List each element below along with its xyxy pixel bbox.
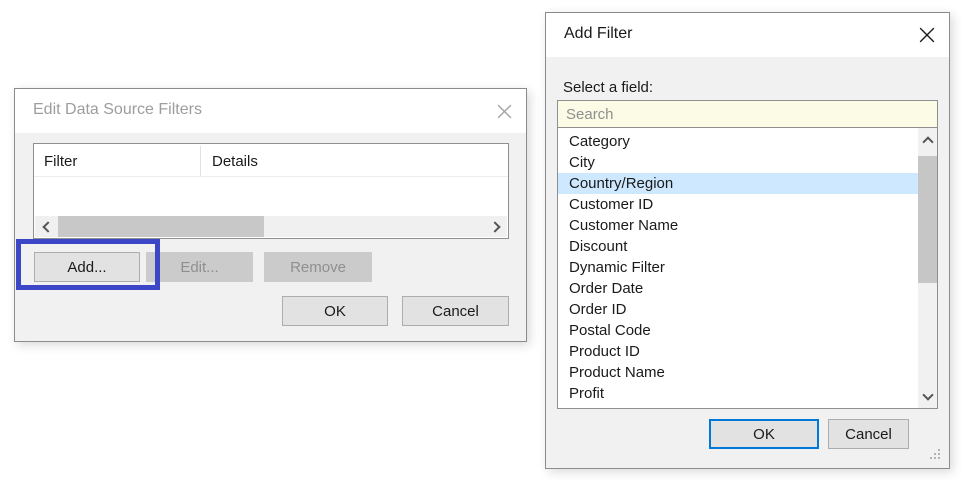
- field-option[interactable]: Product Name: [558, 362, 918, 383]
- scroll-down-icon[interactable]: [918, 386, 937, 406]
- column-header-details: Details: [212, 153, 258, 170]
- dialog-title: Add Filter: [564, 25, 633, 42]
- field-option[interactable]: Product ID: [558, 341, 918, 362]
- field-list-items: Category City Country/Region Customer ID…: [558, 131, 918, 404]
- field-option[interactable]: City: [558, 152, 918, 173]
- search-input[interactable]: [557, 100, 938, 128]
- titlebar: Add Filter: [546, 13, 949, 57]
- cancel-button[interactable]: Cancel: [828, 419, 909, 449]
- field-option[interactable]: Customer Name: [558, 215, 918, 236]
- scroll-up-icon[interactable]: [918, 130, 937, 150]
- close-icon[interactable]: [918, 26, 936, 44]
- ok-button[interactable]: OK: [282, 296, 388, 326]
- scroll-right-icon[interactable]: [485, 216, 507, 237]
- edit-button[interactable]: Edit...: [146, 252, 253, 282]
- field-list: Category City Country/Region Customer ID…: [557, 127, 938, 409]
- filters-table: Filter Details: [33, 143, 509, 239]
- remove-button[interactable]: Remove: [264, 252, 372, 282]
- dialog-title: Edit Data Source Filters: [33, 101, 202, 118]
- titlebar: Edit Data Source Filters: [15, 89, 526, 133]
- column-separator: [200, 146, 201, 176]
- field-option-selected[interactable]: Country/Region: [558, 173, 918, 194]
- vertical-scrollbar-thumb[interactable]: [918, 156, 937, 283]
- close-icon[interactable]: [495, 102, 513, 120]
- header-divider: [34, 176, 508, 177]
- field-option[interactable]: Discount: [558, 236, 918, 257]
- horizontal-scrollbar-thumb[interactable]: [58, 216, 264, 237]
- vertical-scrollbar[interactable]: [918, 128, 937, 408]
- field-option[interactable]: Profit: [558, 383, 918, 404]
- field-option[interactable]: Postal Code: [558, 320, 918, 341]
- field-option[interactable]: Order ID: [558, 299, 918, 320]
- scroll-left-icon[interactable]: [35, 216, 57, 237]
- select-field-label: Select a field:: [563, 79, 654, 96]
- horizontal-scrollbar[interactable]: [35, 216, 507, 237]
- cancel-button[interactable]: Cancel: [402, 296, 509, 326]
- field-option[interactable]: Dynamic Filter: [558, 257, 918, 278]
- edit-data-source-filters-dialog: Edit Data Source Filters Filter Details …: [14, 88, 527, 342]
- add-button[interactable]: Add...: [34, 252, 140, 282]
- field-option[interactable]: Customer ID: [558, 194, 918, 215]
- field-option[interactable]: Category: [558, 131, 918, 152]
- add-filter-dialog: Add Filter Select a field: Category City…: [545, 12, 950, 469]
- resize-grip[interactable]: [938, 457, 940, 459]
- column-header-filter: Filter: [44, 153, 78, 170]
- field-option[interactable]: Order Date: [558, 278, 918, 299]
- ok-button[interactable]: OK: [709, 419, 819, 449]
